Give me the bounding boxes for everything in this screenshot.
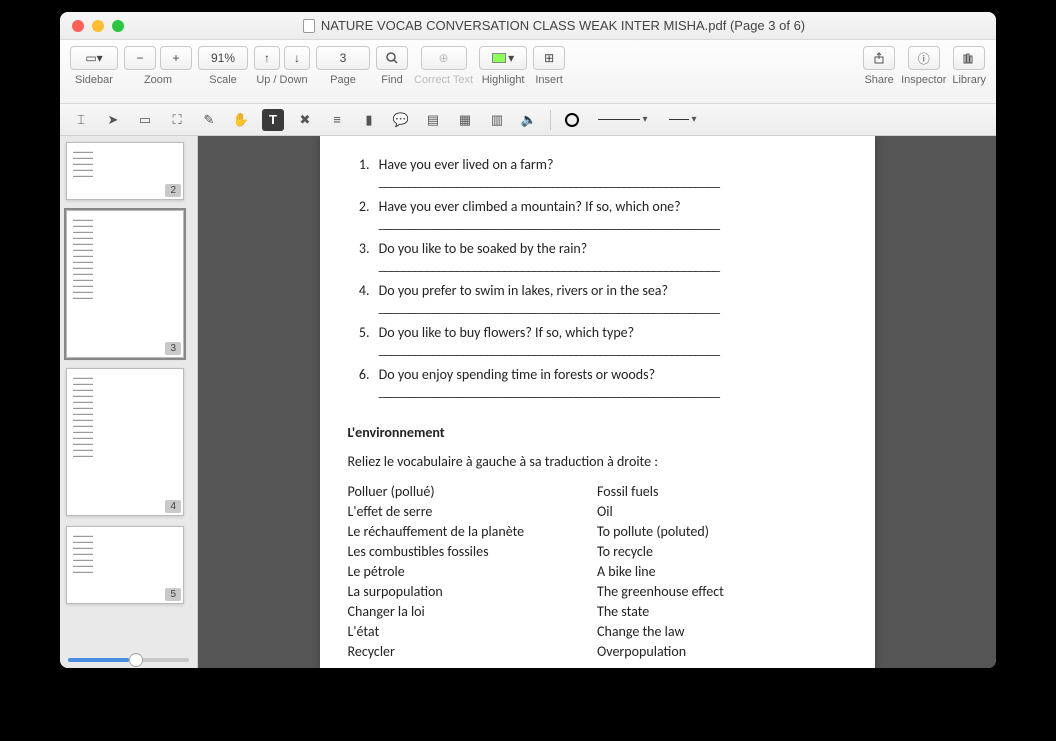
erase-icon[interactable]: ✖ xyxy=(294,109,316,131)
scale-display[interactable]: 91% xyxy=(198,46,248,70)
main-toolbar: ▭▾ Sidebar − + Zoom 91% Scale ↑ ↓ Up / D… xyxy=(60,40,996,104)
titlebar: NATURE VOCAB CONVERSATION CLASS WEAK INT… xyxy=(60,12,996,40)
window-title: NATURE VOCAB CONVERSATION CLASS WEAK INT… xyxy=(321,18,805,33)
highlight-marker-icon[interactable]: ▮ xyxy=(358,109,380,131)
vocab-right-item: To pollute (poluted) xyxy=(597,522,847,542)
vocab-left-item: La surpopulation xyxy=(348,582,598,602)
pointer-icon[interactable]: ➤ xyxy=(102,109,124,131)
line-end-selector[interactable]: ▾ xyxy=(663,109,703,131)
minimize-icon[interactable] xyxy=(92,20,104,32)
note-icon[interactable]: ▤ xyxy=(422,109,444,131)
line-style-selector[interactable]: ▾ xyxy=(593,109,653,131)
find-label: Find xyxy=(381,74,402,86)
document-viewport[interactable]: 1. Have you ever lived on a farm? ______… xyxy=(198,136,996,668)
vocab-right-item: Fossil fuels xyxy=(597,482,847,502)
updown-label: Up / Down xyxy=(256,74,307,86)
vocab-left-item: Le réchauffement de la planète xyxy=(348,522,598,542)
page-down-button[interactable]: ↓ xyxy=(284,46,310,70)
text-select-icon[interactable]: ⌶ xyxy=(70,109,92,131)
vocab-right-item: Overpopulation xyxy=(597,642,847,662)
correct-text-button: ⊕ xyxy=(421,46,467,70)
vocab-right-item: To recycle xyxy=(597,542,847,562)
thumbnail-page-3[interactable]: ▬▬▬▬▬▬▬▬▬▬▬▬▬▬▬▬▬▬▬▬▬▬▬▬▬▬▬▬▬▬▬▬▬▬▬▬▬▬▬▬… xyxy=(66,210,184,358)
pdf-doc-icon xyxy=(303,19,315,33)
vocab-right-item: Oil xyxy=(597,502,847,522)
area-select-icon[interactable]: ▭ xyxy=(134,109,156,131)
vocab-right-item: The state xyxy=(597,602,847,622)
maximize-icon[interactable] xyxy=(112,20,124,32)
vocab-left-item: L'état xyxy=(348,622,598,642)
share-label: Share xyxy=(864,74,893,86)
zoom-in-button[interactable]: + xyxy=(160,46,192,70)
find-button[interactable] xyxy=(376,46,408,70)
highlight-label: Highlight xyxy=(482,74,525,86)
text-tool-icon[interactable]: T xyxy=(262,109,284,131)
vocab-right-item: A bike line xyxy=(597,562,847,582)
linespace-icon[interactable]: ≡ xyxy=(326,109,348,131)
page-label: Page xyxy=(330,74,356,86)
correct-label: Correct Text xyxy=(414,74,473,86)
vocab-left-item: Polluer (pollué) xyxy=(348,482,598,502)
page-badge: 4 xyxy=(165,500,181,513)
page-badge: 2 xyxy=(165,184,181,197)
vocab-left-item: Le pétrole xyxy=(348,562,598,582)
vocab-left-item: L'effet de serre xyxy=(348,502,598,522)
app-window: NATURE VOCAB CONVERSATION CLASS WEAK INT… xyxy=(60,12,996,668)
hand-icon[interactable]: ✋ xyxy=(230,109,252,131)
vocab-left-item: Changer la loi xyxy=(348,602,598,622)
page-badge: 5 xyxy=(165,588,181,601)
page-number-field[interactable]: 3 xyxy=(316,46,370,70)
vocab-left-item: Les combustibles fossiles xyxy=(348,542,598,562)
section-heading: L'environnement xyxy=(348,424,847,441)
thumbnail-page-4[interactable]: ▬▬▬▬▬▬▬▬▬▬▬▬▬▬▬▬▬▬▬▬▬▬▬▬▬▬▬▬▬▬▬▬▬▬▬▬▬▬▬▬… xyxy=(66,368,184,516)
sound-icon[interactable]: 🔈 xyxy=(518,109,540,131)
scale-label: Scale xyxy=(209,74,237,86)
question-5: 5. Do you like to buy flowers? If so, wh… xyxy=(348,324,847,358)
library-button[interactable] xyxy=(953,46,985,70)
insert-button[interactable]: ⊞ xyxy=(533,46,565,70)
vocab-right-item: The greenhouse effect xyxy=(597,582,847,602)
inspector-button[interactable]: ⓘ xyxy=(908,46,940,70)
pdf-page: 1. Have you ever lived on a farm? ______… xyxy=(320,136,875,668)
thumbnail-page-5[interactable]: ▬▬▬▬▬▬▬▬▬▬▬▬▬▬▬▬▬▬▬▬▬▬▬▬▬▬▬▬▬▬▬▬▬▬▬5 xyxy=(66,526,184,604)
zoom-out-button[interactable]: − xyxy=(124,46,156,70)
form-icon[interactable]: ▦ xyxy=(454,109,476,131)
inspector-label: Inspector xyxy=(901,74,946,86)
thumbnail-size-slider[interactable] xyxy=(68,658,189,662)
insert-label: Insert xyxy=(535,74,563,86)
question-6: 6. Do you enjoy spending time in forests… xyxy=(348,366,847,400)
crop-icon[interactable]: ⛶ xyxy=(166,109,188,131)
vocab-left-item: Recycler xyxy=(348,642,598,662)
sidebar-toggle-button[interactable]: ▭▾ xyxy=(70,46,118,70)
close-icon[interactable] xyxy=(72,20,84,32)
page-up-button[interactable]: ↑ xyxy=(254,46,280,70)
pencil-icon[interactable]: ✎ xyxy=(198,109,220,131)
question-2: 2. Have you ever climbed a mountain? If … xyxy=(348,198,847,232)
sidebar-label: Sidebar xyxy=(75,74,113,86)
library-label: Library xyxy=(952,74,986,86)
highlight-button[interactable]: ▾ xyxy=(479,46,527,70)
edit-toolbar: ⌶ ➤ ▭ ⛶ ✎ ✋ T ✖ ≡ ▮ 💬 ▤ ▦ ▥ 🔈 ▾ ▾ xyxy=(60,104,996,136)
share-button[interactable] xyxy=(863,46,895,70)
thumbnail-page-2[interactable]: ▬▬▬▬▬▬▬▬▬▬▬▬▬▬▬▬▬▬▬▬▬▬▬▬▬2 xyxy=(66,142,184,200)
instruction-text: Reliez le vocabulaire à gauche à sa trad… xyxy=(348,453,847,470)
stamp-icon[interactable]: ▥ xyxy=(486,109,508,131)
question-4: 4. Do you prefer to swim in lakes, river… xyxy=(348,282,847,316)
shape-circle-icon[interactable] xyxy=(561,109,583,131)
page-badge: 3 xyxy=(165,342,181,355)
zoom-label: Zoom xyxy=(144,74,172,86)
thumbnail-sidebar: ▬▬▬▬▬▬▬▬▬▬▬▬▬▬▬▬▬▬▬▬▬▬▬▬▬2 ▬▬▬▬▬▬▬▬▬▬▬▬▬▬… xyxy=(60,136,198,668)
question-1: 1. Have you ever lived on a farm? ______… xyxy=(348,156,847,190)
toolbar-separator xyxy=(550,110,551,130)
comment-icon[interactable]: 💬 xyxy=(390,109,412,131)
question-3: 3. Do you like to be soaked by the rain?… xyxy=(348,240,847,274)
vocab-right-item: Change the law xyxy=(597,622,847,642)
